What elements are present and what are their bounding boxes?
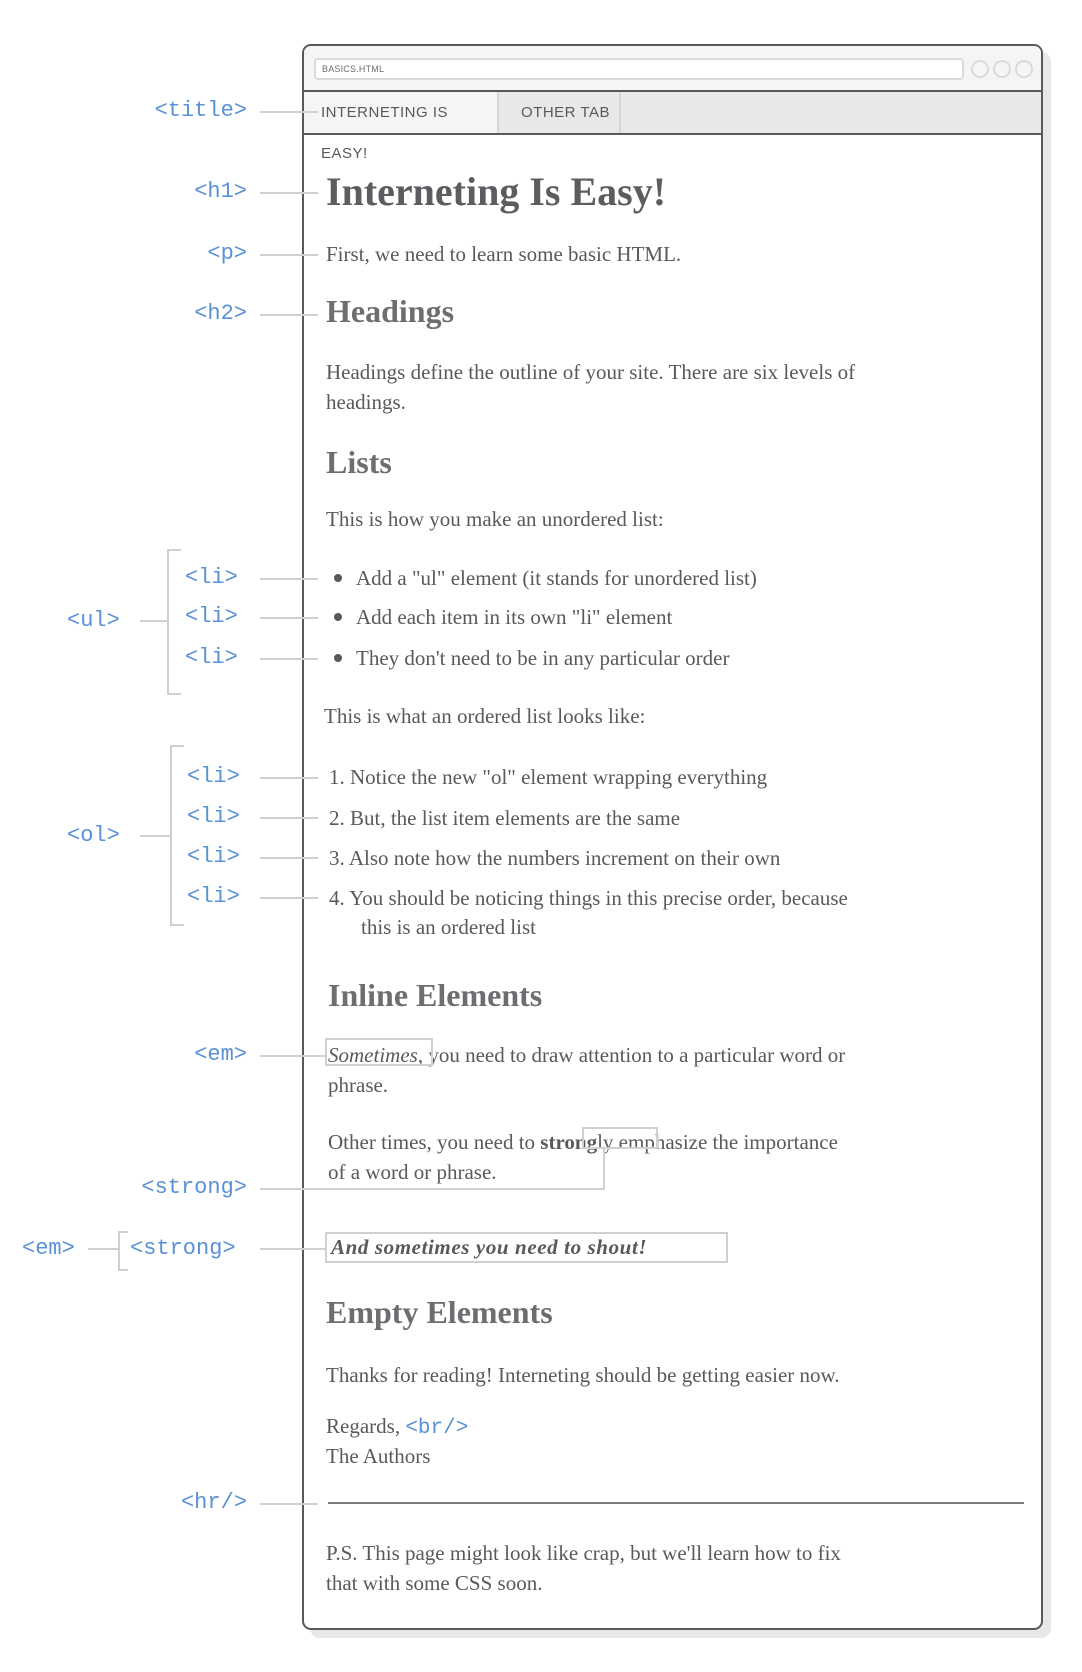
headings-paragraph-line2: headings. xyxy=(326,390,406,414)
horizontal-rule xyxy=(328,1502,1024,1504)
intro-paragraph: First, we need to learn some basic HTML. xyxy=(326,242,682,266)
em-outer-tag-label: <em> xyxy=(22,1236,75,1261)
ul-tag-label: <ul> xyxy=(67,608,120,633)
thanks-paragraph: Thanks for reading! Interneting should b… xyxy=(326,1363,840,1387)
li-connector xyxy=(260,658,318,660)
p-connector xyxy=(260,254,318,256)
em-tag-label: <em> xyxy=(194,1042,247,1067)
strong-connector-horizontal xyxy=(260,1188,605,1190)
ps-paragraph-line1: P.S. This page might look like crap, but… xyxy=(326,1541,841,1565)
headings-paragraph-line1: Headings define the outline of your site… xyxy=(326,360,856,384)
address-bar[interactable]: BASICS.HTML xyxy=(314,58,964,80)
heading-empty-elements: Empty Elements xyxy=(326,1294,553,1330)
page-h1: Interneting Is Easy! xyxy=(326,169,667,214)
browser-chrome: BASICS.HTML xyxy=(304,46,1041,92)
ol-bracket xyxy=(170,745,184,926)
h2-connector xyxy=(260,314,318,316)
li-tag-label: <li> xyxy=(187,764,240,789)
ol-connector xyxy=(140,835,170,837)
br-annotation: <br/> xyxy=(405,1417,469,1440)
p-tag-label: <p> xyxy=(207,241,247,266)
em-paragraph-line2: phrase. xyxy=(328,1073,389,1097)
em-strong-bracket xyxy=(118,1231,128,1271)
heading-inline-elements: Inline Elements xyxy=(328,977,543,1013)
window-control-circle-icon[interactable] xyxy=(971,60,989,78)
regards-line: Regards, <br/> xyxy=(326,1414,469,1440)
tab-interneting-is-easy[interactable]: INTERNETING IS EASY! xyxy=(304,92,499,162)
li-connector xyxy=(260,817,318,819)
li-tag-label: <li> xyxy=(185,645,238,670)
strong-highlight-box xyxy=(582,1127,658,1149)
tab-bar: INTERNETING IS EASY! OTHER TAB xyxy=(304,92,1041,162)
list-item: They don't need to be in any particular … xyxy=(334,643,729,673)
strong-inner-tag-label: <strong> xyxy=(130,1236,236,1261)
list-item: 3. Also note how the numbers increment o… xyxy=(329,846,781,870)
li-tag-label: <li> xyxy=(187,884,240,909)
ol-tag-label: <ol> xyxy=(67,823,120,848)
ol-intro-paragraph: This is what an ordered list looks like: xyxy=(324,704,646,728)
bullet-icon xyxy=(334,613,342,622)
list-item: Add a "ul" element (it stands for unorde… xyxy=(334,563,757,593)
list-item: 2. But, the list item elements are the s… xyxy=(329,806,681,830)
bullet-icon xyxy=(334,574,342,583)
hr-connector xyxy=(260,1503,318,1505)
heading-lists: Lists xyxy=(326,444,392,480)
list-item: 1. Notice the new "ol" element wrapping … xyxy=(329,765,768,789)
li-connector xyxy=(260,578,318,580)
h2-tag-label: <h2> xyxy=(194,301,247,326)
title-tag-label: <title> xyxy=(154,98,247,123)
strong-paragraph-line2: of a word or phrase. xyxy=(328,1160,497,1184)
ul-intro-paragraph: This is how you make an unordered list: xyxy=(326,507,664,531)
list-item: 4. You should be noticing things in this… xyxy=(329,886,848,910)
ps-paragraph-line2: that with some CSS soon. xyxy=(326,1571,543,1595)
h1-connector xyxy=(260,192,318,194)
shout-text: And sometimes you need to shout! xyxy=(331,1235,648,1259)
title-connector xyxy=(260,111,318,113)
h1-tag-label: <h1> xyxy=(194,179,247,204)
window-control-circle-icon[interactable] xyxy=(1015,60,1033,78)
li-tag-label: <li> xyxy=(185,604,238,629)
heading-headings: Headings xyxy=(326,293,455,329)
list-item: Add each item in its own "li" element xyxy=(334,602,672,632)
hr-tag-label: <hr/> xyxy=(180,1490,247,1515)
authors-line: The Authors xyxy=(326,1444,431,1468)
li-tag-label: <li> xyxy=(185,565,238,590)
li-connector xyxy=(260,897,318,899)
ul-connector xyxy=(140,620,167,622)
em-highlight-box xyxy=(325,1038,433,1066)
shout-connector xyxy=(260,1248,325,1250)
em-connector xyxy=(260,1055,325,1057)
li-connector xyxy=(260,857,318,859)
tab-other[interactable]: OTHER TAB xyxy=(499,92,621,133)
li-tag-label: <li> xyxy=(187,844,240,869)
em-outer-connector xyxy=(88,1248,118,1250)
li-connector xyxy=(260,617,318,619)
window-control-circle-icon[interactable] xyxy=(993,60,1011,78)
list-item-continuation: this is an ordered list xyxy=(361,915,536,939)
li-connector xyxy=(260,777,318,779)
li-tag-label: <li> xyxy=(187,804,240,829)
ul-bracket xyxy=(167,549,181,695)
strong-connector-vertical xyxy=(603,1148,605,1190)
browser-window: BASICS.HTML INTERNETING IS EASY! OTHER T… xyxy=(302,44,1043,1630)
strong-tag-label: <strong> xyxy=(141,1175,247,1200)
bullet-icon xyxy=(334,654,342,663)
